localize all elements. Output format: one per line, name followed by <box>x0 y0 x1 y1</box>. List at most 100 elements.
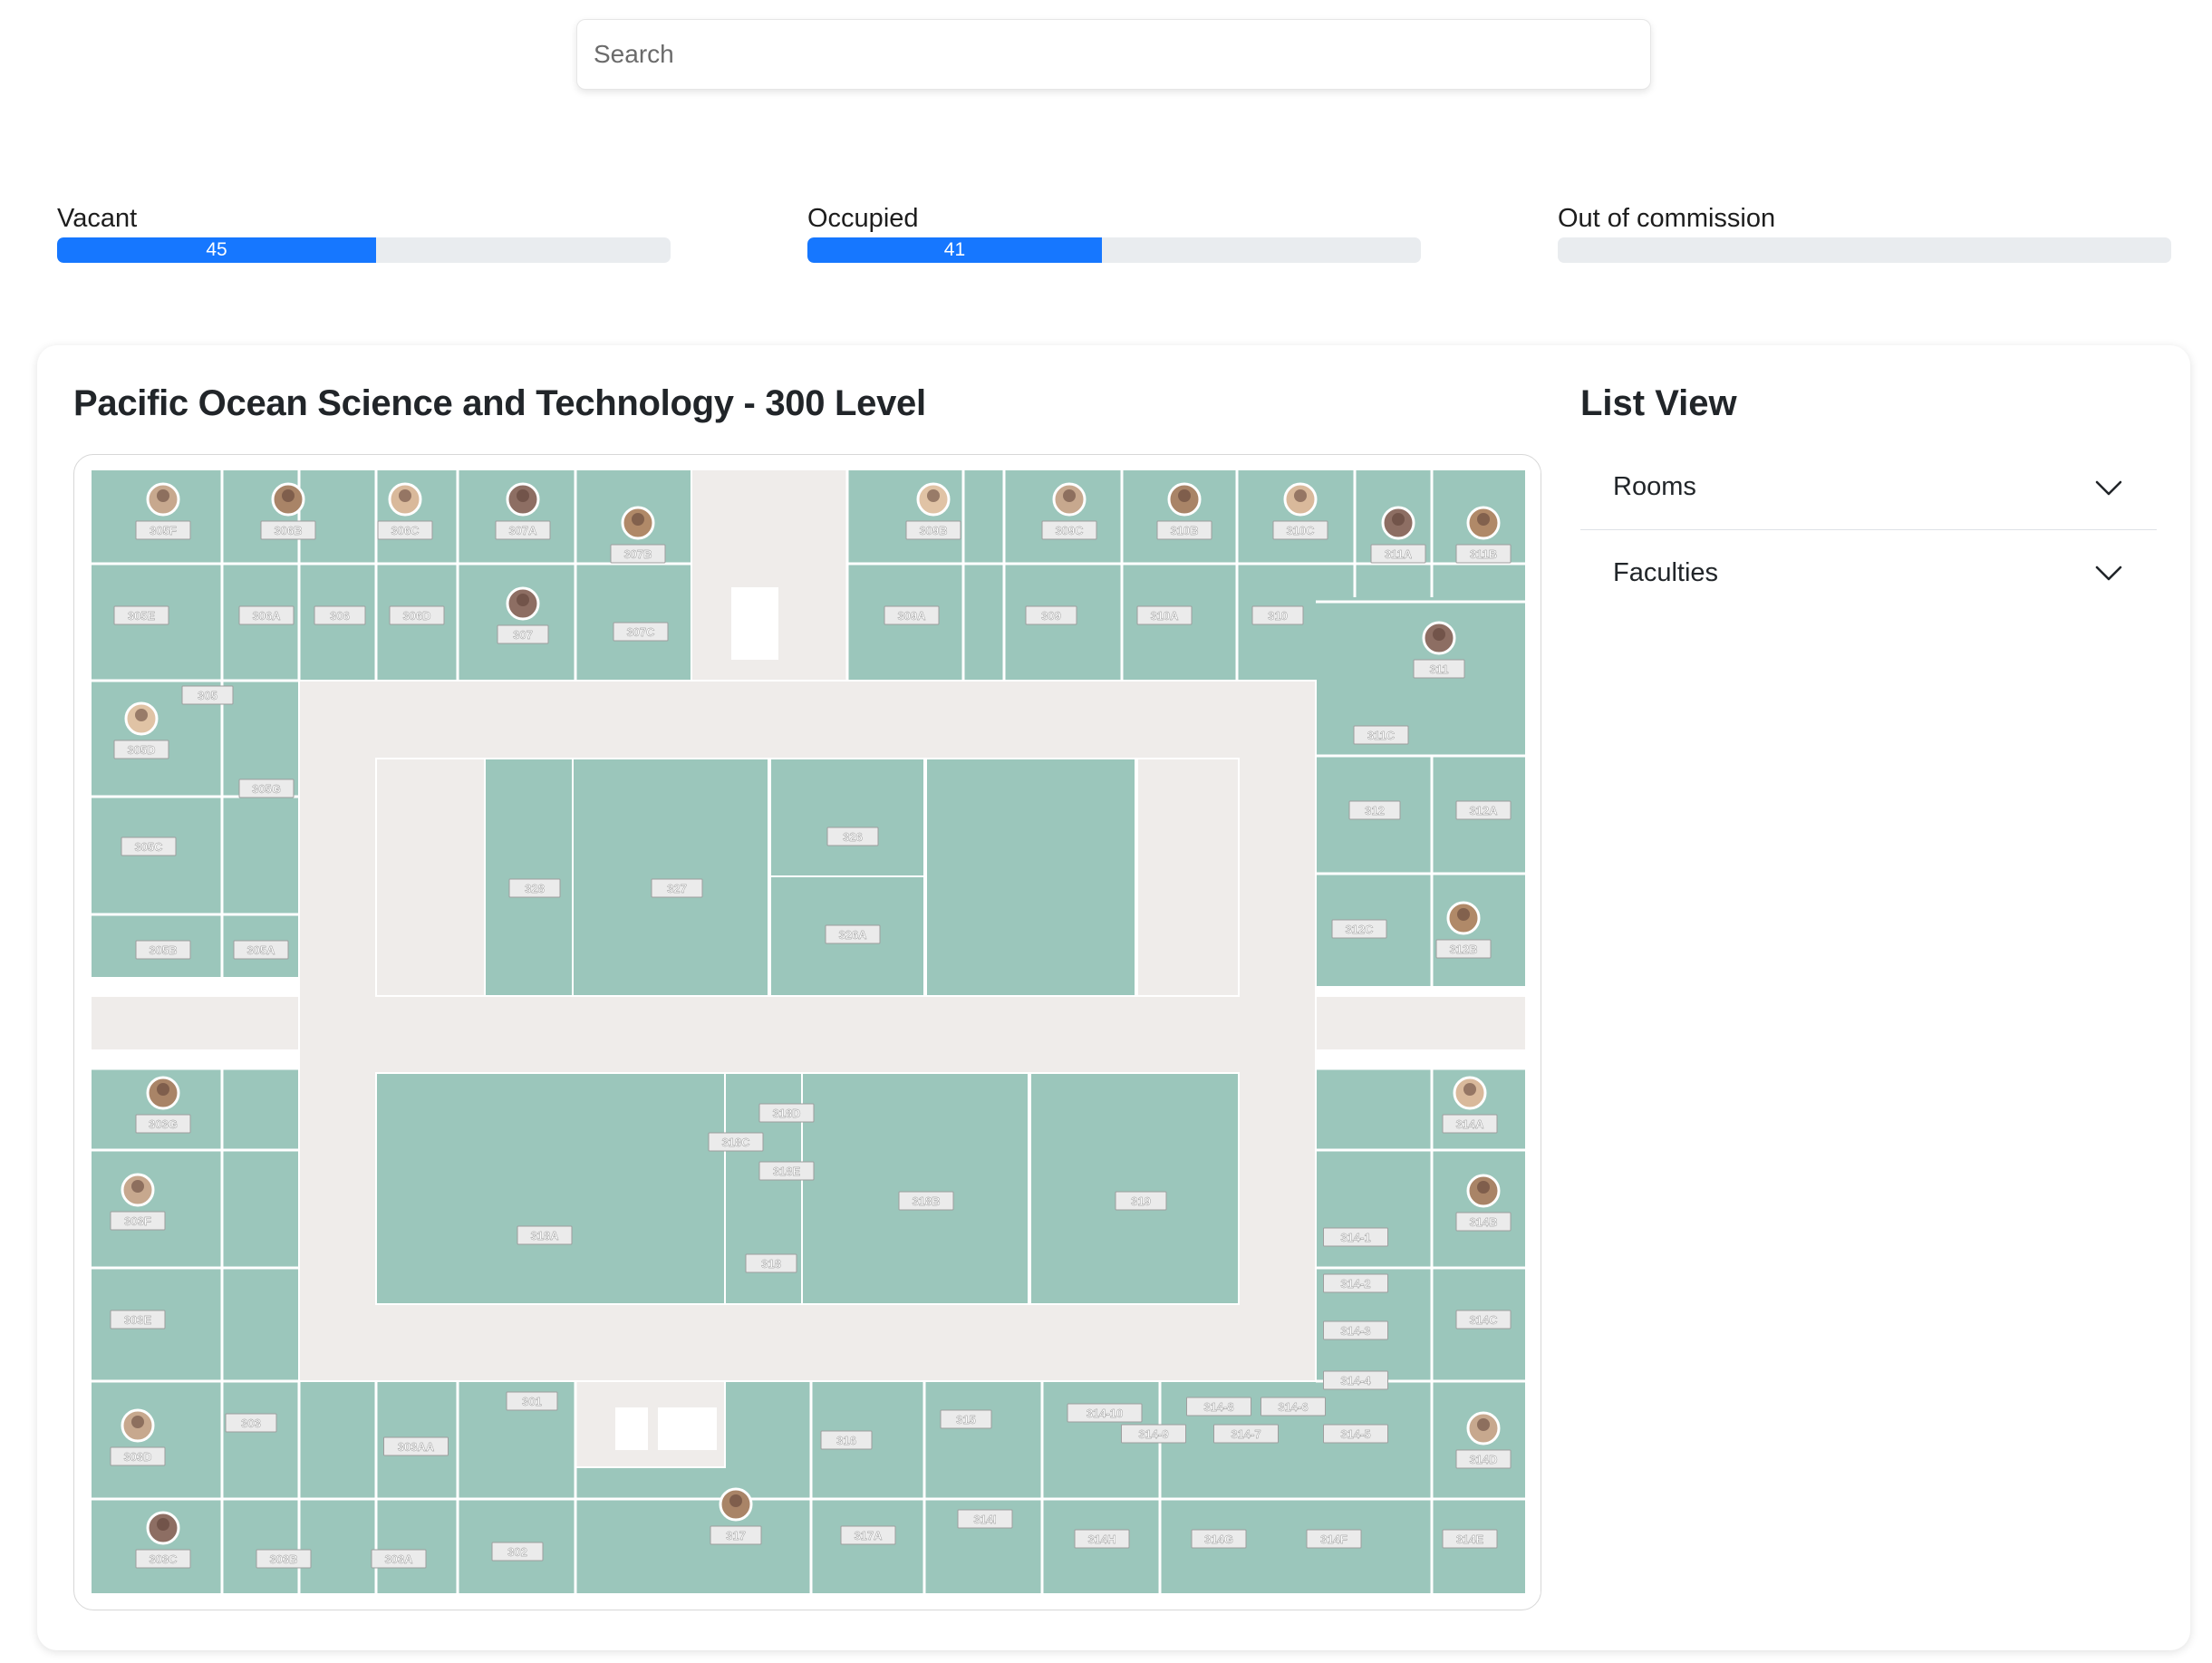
floor-map[interactable]: 305F 306B 306C 307A 307B 309B 309C 310B 310C 311A… <box>73 454 1541 1610</box>
avatar-head-icon <box>157 489 169 502</box>
room-label: 314F <box>1320 1532 1347 1546</box>
room-label: 314-3 <box>1340 1324 1370 1338</box>
room-label: 303D <box>123 1450 151 1464</box>
room-label: 311C <box>1367 729 1396 742</box>
main-card: Pacific Ocean Science and Technology - 3… <box>37 345 2190 1650</box>
rooms-label: Rooms <box>1613 472 1696 501</box>
room-label: 314-5 <box>1340 1427 1370 1441</box>
avatar-head-icon <box>157 1083 169 1096</box>
room-label: 303A <box>384 1552 413 1566</box>
room-label: 307A <box>508 524 537 537</box>
avatar-head-icon <box>517 489 529 502</box>
restroom-west <box>375 758 486 997</box>
room-label: 314-4 <box>1340 1374 1371 1387</box>
stat-label: Out of commission <box>1558 204 1776 233</box>
chevron-down-icon <box>2095 566 2122 581</box>
avatar-head-icon <box>399 489 411 502</box>
avatar-head-icon <box>1392 513 1405 526</box>
room-label: 305E <box>128 609 156 623</box>
room-label: 317A <box>854 1529 883 1542</box>
room-label: 314A <box>1455 1117 1484 1131</box>
corridor-east <box>1315 995 1527 1051</box>
room-label: 307 <box>513 628 533 642</box>
room-label: 305B <box>149 943 177 957</box>
room-label: 303AA <box>398 1440 435 1454</box>
room-block <box>484 758 574 997</box>
outer-gap <box>1525 469 1541 1595</box>
room-label: 303 <box>241 1416 261 1430</box>
avatar-head-icon <box>131 1180 144 1193</box>
room-label: 305D <box>127 743 155 757</box>
faculties-accordion[interactable]: Faculties <box>1580 530 2157 615</box>
stat-vacant: Vacant 45 <box>57 199 671 263</box>
room-label: 305C <box>134 840 163 854</box>
room-label: 303F <box>124 1214 151 1228</box>
room-label: 311 <box>1430 662 1449 676</box>
room-label: 316 <box>836 1434 856 1447</box>
room-label: 306 <box>330 609 350 623</box>
progress-fill: 45 <box>57 237 377 263</box>
room-label: 318A <box>530 1229 559 1242</box>
rooms-accordion[interactable]: Rooms <box>1580 445 2157 530</box>
avatar-head-icon <box>1477 513 1490 526</box>
avatar-head-icon <box>1457 908 1470 921</box>
room-label: 315 <box>956 1413 976 1426</box>
avatar-head-icon <box>1463 1083 1476 1096</box>
room-label: 319 <box>1131 1194 1151 1208</box>
avatar-head-icon <box>517 594 529 606</box>
room-label: 314E <box>1456 1532 1484 1546</box>
avatar-head-icon <box>927 489 940 502</box>
room-block <box>769 758 925 877</box>
room-label: 306D <box>402 609 430 623</box>
room-block <box>925 758 1136 997</box>
room-label: 318D <box>772 1107 800 1120</box>
room-label: 314C <box>1469 1313 1498 1327</box>
progress-fill: 41 <box>807 237 1102 263</box>
faculties-label: Faculties <box>1613 557 1719 587</box>
room-label: 303G <box>149 1117 178 1131</box>
avatar-head-icon <box>135 709 148 721</box>
room-label: 305 <box>198 689 217 702</box>
room-label: 310B <box>1170 524 1198 537</box>
room-label: 310 <box>1268 609 1288 623</box>
room-label: 309B <box>919 524 947 537</box>
room-label: 314I <box>973 1513 996 1526</box>
list-view-title: List View <box>1580 383 1737 423</box>
room-label: 307B <box>623 547 652 561</box>
room-label: 327 <box>667 882 687 895</box>
room-label: 326A <box>838 928 867 942</box>
room-label: 328 <box>525 882 545 895</box>
avatar-head-icon <box>1477 1181 1490 1194</box>
room-label: 307C <box>626 625 655 639</box>
avatar-head-icon <box>729 1494 742 1507</box>
room-label: 305A <box>246 943 275 957</box>
avatar-head-icon <box>1294 489 1307 502</box>
room-label: 306B <box>274 524 302 537</box>
room-label: 314-10 <box>1087 1407 1123 1420</box>
room-label: 309C <box>1055 524 1084 537</box>
avatar-head-icon <box>1433 628 1445 641</box>
room-label: 314-1 <box>1340 1231 1370 1244</box>
room-label: 318B <box>912 1194 940 1208</box>
floor-plan-svg: 305F 306B 306C 307A 307B 309B 309C 310B 310C 311A… <box>90 469 1541 1595</box>
progress-track <box>1558 237 2171 263</box>
room-label: 305G <box>252 782 281 796</box>
room-label: 309 <box>1041 609 1061 623</box>
avatar-head-icon <box>282 489 295 502</box>
room-label: 318E <box>773 1165 801 1178</box>
avatar-head-icon <box>131 1416 144 1428</box>
corridor-west <box>90 995 300 1051</box>
room-label: 314-8 <box>1203 1400 1233 1414</box>
avatar-head-icon <box>157 1518 169 1531</box>
avatar-head-icon <box>1063 489 1076 502</box>
room-label: 314H <box>1087 1532 1116 1546</box>
search-input[interactable] <box>577 20 1650 89</box>
room-label: 303B <box>269 1552 297 1566</box>
room-label: 303C <box>149 1552 178 1566</box>
avatar-head-icon <box>1477 1418 1490 1431</box>
restroom-east <box>1136 758 1240 997</box>
progress-track: 45 <box>57 237 671 263</box>
room-label: 303E <box>124 1313 152 1327</box>
room-label: 318 <box>761 1257 781 1271</box>
room-label: 311A <box>1385 547 1413 561</box>
